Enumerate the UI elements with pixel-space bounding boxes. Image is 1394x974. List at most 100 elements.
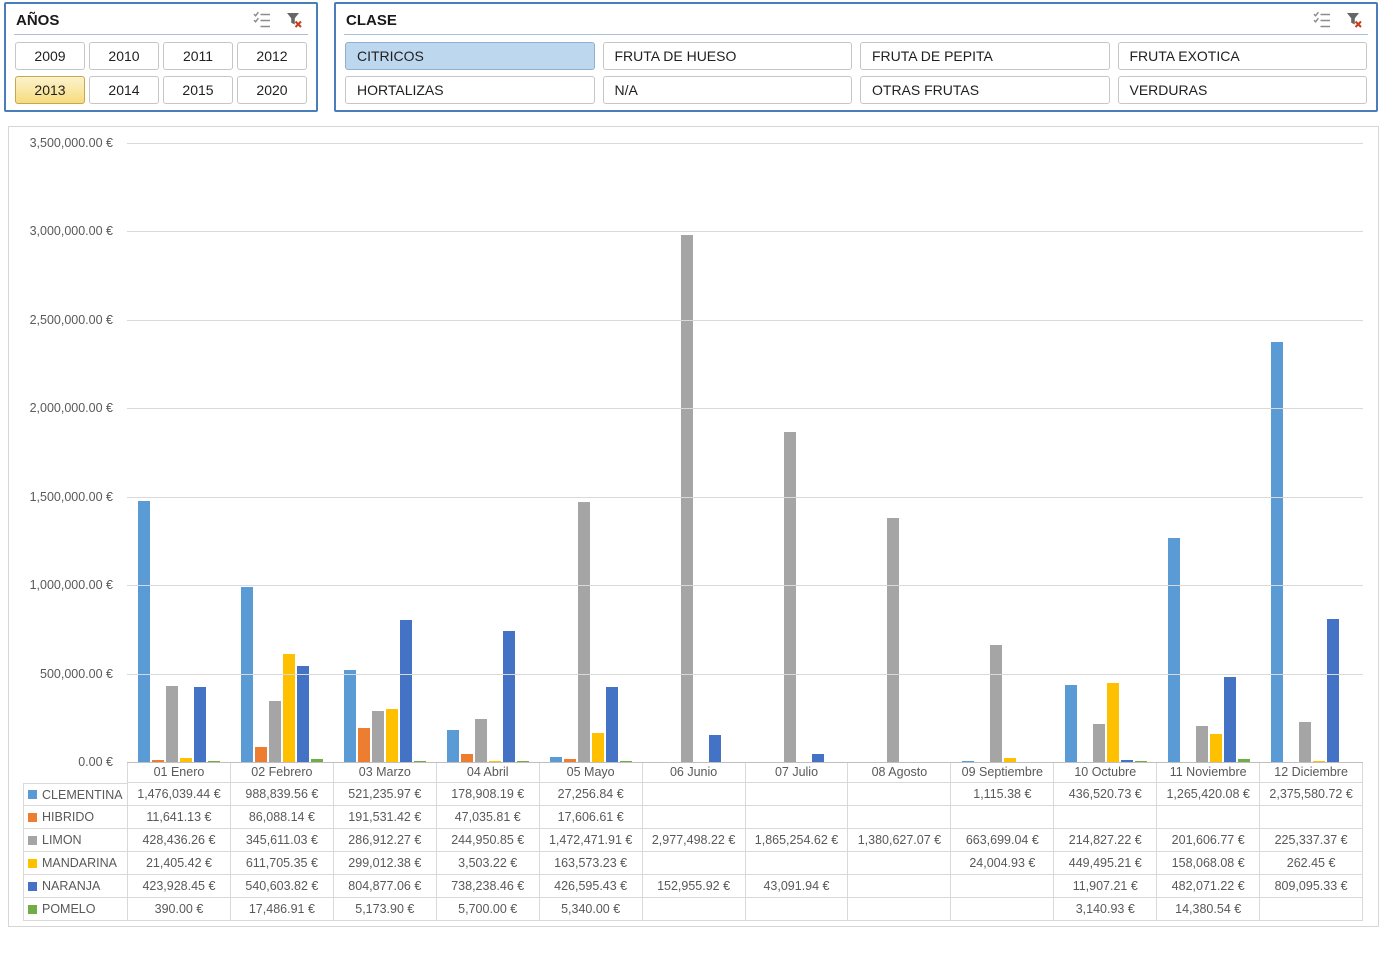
slicer-anos-icons xyxy=(252,10,304,30)
legend-cell-clementina: CLEMENTINA xyxy=(23,783,127,806)
slicer-item-fruta-de-hueso[interactable]: FRUTA DE HUESO xyxy=(603,42,853,70)
table-cell-pomelo-07-julio xyxy=(745,898,848,921)
x-axis-label-11-noviembre: 11 Noviembre xyxy=(1156,763,1259,782)
slicer-item-2014[interactable]: 2014 xyxy=(89,76,159,104)
multi-select-icon[interactable] xyxy=(252,10,272,30)
gridline xyxy=(127,320,1363,321)
bar-limon-12-diciembre xyxy=(1299,722,1311,762)
y-axis-label: 1,500,000.00 € xyxy=(9,488,113,506)
table-cell-limon-03-marzo: 286,912.27 € xyxy=(333,829,436,852)
bar-naranja-06-junio xyxy=(709,735,721,762)
slicer-item-otras-frutas[interactable]: OTRAS FRUTAS xyxy=(860,76,1110,104)
table-cell-mandarina-01-enero: 21,405.42 € xyxy=(127,852,230,875)
legend-cell-mandarina: MANDARINA xyxy=(23,852,127,875)
table-cell-hibrido-06-junio xyxy=(642,806,745,829)
bar-clementina-11-noviembre xyxy=(1168,538,1180,762)
slicer-anos-header: AÑOS xyxy=(6,4,316,31)
gridline xyxy=(127,231,1363,232)
bar-naranja-05-mayo xyxy=(606,687,618,762)
slicer-item-2011[interactable]: 2011 xyxy=(163,42,233,70)
slicer-item-fruta-exotica[interactable]: FRUTA EXOTICA xyxy=(1118,42,1368,70)
clear-filter-icon[interactable] xyxy=(1344,10,1364,30)
table-cell-mandarina-09-septiembre: 24,004.93 € xyxy=(950,852,1053,875)
y-axis-label: 1,000,000.00 € xyxy=(9,576,113,594)
table-cell-naranja-04-abril: 738,238.46 € xyxy=(436,875,539,898)
table-cell-hibrido-04-abril: 47,035.81 € xyxy=(436,806,539,829)
table-cell-clementina-03-marzo: 521,235.97 € xyxy=(333,783,436,806)
table-cell-mandarina-07-julio xyxy=(745,852,848,875)
table-cell-pomelo-06-junio xyxy=(642,898,745,921)
table-cell-pomelo-01-enero: 390.00 € xyxy=(127,898,230,921)
month-group-04-abril xyxy=(436,143,539,762)
table-cell-limon-11-noviembre: 201,606.77 € xyxy=(1156,829,1259,852)
table-cell-clementina-05-mayo: 27,256.84 € xyxy=(539,783,642,806)
month-group-07-julio xyxy=(745,143,848,762)
slicer-anos: AÑOS 2009201020112012201320142 xyxy=(4,2,318,112)
table-cell-clementina-12-diciembre: 2,375,580.72 € xyxy=(1259,783,1363,806)
table-cell-naranja-10-octubre: 11,907.21 € xyxy=(1053,875,1156,898)
slicer-item-2015[interactable]: 2015 xyxy=(163,76,233,104)
bar-limon-01-enero xyxy=(166,686,178,762)
table-cell-pomelo-09-septiembre xyxy=(950,898,1053,921)
table-cell-naranja-07-julio: 43,091.94 € xyxy=(745,875,848,898)
bar-naranja-01-enero xyxy=(194,687,206,762)
legend-cell-limon: LIMON xyxy=(23,829,127,852)
series-name: LIMON xyxy=(42,833,82,847)
table-cell-pomelo-11-noviembre: 14,380.54 € xyxy=(1156,898,1259,921)
bar-limon-10-octubre xyxy=(1093,724,1105,762)
month-group-11-noviembre xyxy=(1157,143,1260,762)
slicer-item-citricos[interactable]: CITRICOS xyxy=(345,42,595,70)
legend-color-swatch xyxy=(28,790,37,799)
table-cell-limon-04-abril: 244,950.85 € xyxy=(436,829,539,852)
bar-limon-08-agosto xyxy=(887,518,899,762)
chart-data-table: CLEMENTINA1,476,039.44 €988,839.56 €521,… xyxy=(23,783,1363,921)
month-group-03-marzo xyxy=(333,143,436,762)
legend-cell-pomelo: POMELO xyxy=(23,898,127,921)
table-cell-clementina-06-junio xyxy=(642,783,745,806)
table-cell-clementina-08-agosto xyxy=(847,783,950,806)
x-axis-label-06-junio: 06 Junio xyxy=(642,763,745,782)
table-cell-naranja-08-agosto xyxy=(847,875,950,898)
bar-limon-04-abril xyxy=(475,719,487,762)
table-cell-hibrido-09-septiembre xyxy=(950,806,1053,829)
slicer-item-verduras[interactable]: VERDURAS xyxy=(1118,76,1368,104)
slicer-item-2010[interactable]: 2010 xyxy=(89,42,159,70)
month-group-08-agosto xyxy=(848,143,951,762)
table-cell-mandarina-05-mayo: 163,573.23 € xyxy=(539,852,642,875)
table-row-hibrido: HIBRIDO11,641.13 €86,088.14 €191,531.42 … xyxy=(23,806,1363,829)
gridline xyxy=(127,497,1363,498)
gridline xyxy=(127,674,1363,675)
slicer-item-n-a[interactable]: N/A xyxy=(603,76,853,104)
bar-naranja-02-febrero xyxy=(297,666,309,762)
table-cell-clementina-07-julio xyxy=(745,783,848,806)
gridline xyxy=(127,143,1363,144)
table-cell-limon-07-julio: 1,865,254.62 € xyxy=(745,829,848,852)
table-cell-pomelo-10-octubre: 3,140.93 € xyxy=(1053,898,1156,921)
slicer-item-2012[interactable]: 2012 xyxy=(237,42,307,70)
bar-hibrido-04-abril xyxy=(461,754,473,762)
bar-mandarina-03-marzo xyxy=(386,709,398,762)
slicer-item-hortalizas[interactable]: HORTALIZAS xyxy=(345,76,595,104)
slicer-item-fruta-de-pepita[interactable]: FRUTA DE PEPITA xyxy=(860,42,1110,70)
y-axis-label: 500,000.00 € xyxy=(9,665,113,683)
bar-clementina-03-marzo xyxy=(344,670,356,762)
slicer-item-2020[interactable]: 2020 xyxy=(237,76,307,104)
bar-mandarina-11-noviembre xyxy=(1210,734,1222,762)
bar-limon-09-septiembre xyxy=(990,645,1002,762)
month-group-06-junio xyxy=(642,143,745,762)
clear-filter-icon[interactable] xyxy=(284,10,304,30)
bar-limon-03-marzo xyxy=(372,711,384,762)
table-cell-clementina-01-enero: 1,476,039.44 € xyxy=(127,783,230,806)
bar-naranja-04-abril xyxy=(503,631,515,762)
table-cell-hibrido-11-noviembre xyxy=(1156,806,1259,829)
table-cell-clementina-10-octubre: 436,520.73 € xyxy=(1053,783,1156,806)
slicer-item-2013[interactable]: 2013 xyxy=(15,76,85,104)
table-cell-hibrido-10-octubre xyxy=(1053,806,1156,829)
month-group-01-enero xyxy=(127,143,230,762)
x-axis-label-12-diciembre: 12 Diciembre xyxy=(1259,763,1363,782)
slicer-item-2009[interactable]: 2009 xyxy=(15,42,85,70)
bar-mandarina-05-mayo xyxy=(592,733,604,762)
legend-color-swatch xyxy=(28,905,37,914)
plot-area xyxy=(127,143,1363,762)
multi-select-icon[interactable] xyxy=(1312,10,1332,30)
